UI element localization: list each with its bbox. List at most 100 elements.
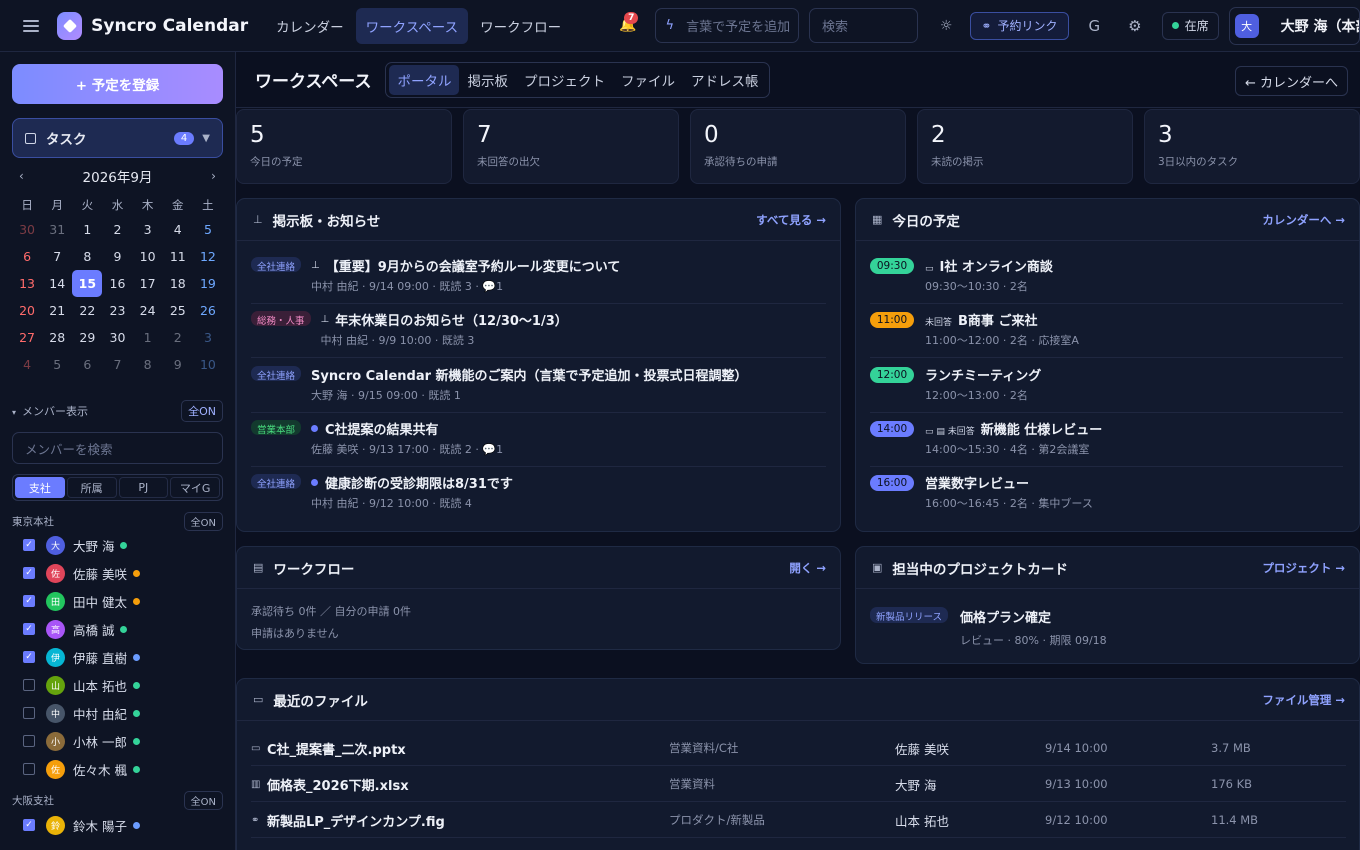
schedule-event[interactable]: 16:00 営業数字レビュー 16:00〜16:45 · 2名 · 集中ブース: [870, 473, 1343, 521]
checkbox[interactable]: ✓: [23, 651, 35, 663]
calendar-day[interactable]: 8: [133, 351, 163, 378]
member-item[interactable]: ✓ 高高橋 誠: [23, 617, 223, 641]
booking-link-button[interactable]: ⚭ 予約リンク: [970, 11, 1069, 40]
calendar-day[interactable]: 5: [42, 351, 72, 378]
next-month-icon[interactable]: ›: [204, 169, 223, 183]
checkbox[interactable]: [23, 735, 35, 747]
theme-toggle-icon[interactable]: ☼: [940, 18, 953, 34]
tab-portal[interactable]: ポータル: [389, 64, 460, 95]
file-name[interactable]: 新製品LP_デザインカンプ.fig: [267, 811, 669, 830]
calendar-day[interactable]: 17: [133, 270, 163, 297]
stat-card[interactable]: 7 未回答の出欠: [463, 109, 679, 184]
calendar-day[interactable]: 11: [163, 243, 193, 270]
file-name[interactable]: C社_提案書_二次.pptx: [267, 739, 669, 758]
add-event-button[interactable]: + 予定を登録: [12, 64, 223, 104]
calendar-day[interactable]: 23: [102, 297, 132, 324]
calendar-day[interactable]: 9: [102, 243, 132, 270]
nav-calendar[interactable]: カレンダー: [266, 8, 354, 44]
schedule-event[interactable]: 09:30 ▭ I社 オンライン商談 09:30〜10:30 · 2名: [870, 256, 1343, 304]
nav-workspace[interactable]: ワークスペース: [355, 7, 469, 44]
stat-card[interactable]: 2 未読の掲示: [917, 109, 1133, 184]
member-item[interactable]: ✓ 佐佐藤 美咲: [23, 561, 223, 585]
member-item[interactable]: ✓ 大大野 海: [23, 533, 223, 557]
calendar-day[interactable]: 2: [102, 216, 132, 243]
board-post[interactable]: 全社連絡 健康診断の受診期限は8/31です 中村 由紀 · 9/12 10:00 ·…: [251, 473, 826, 521]
all-on-button[interactable]: 全ON: [181, 400, 223, 422]
checkbox[interactable]: ✓: [23, 539, 35, 551]
google-icon[interactable]: G: [1089, 17, 1101, 35]
board-post[interactable]: 全社連絡 Syncro Calendar 新機能のご案内（言葉で予定追加・投票式日…: [251, 365, 826, 413]
back-to-calendar-button[interactable]: ← カレンダーへ: [1234, 66, 1348, 96]
member-search-input[interactable]: メンバーを検索: [12, 432, 223, 464]
calendar-day[interactable]: 12: [193, 243, 223, 270]
calendar-day[interactable]: 22: [72, 297, 102, 324]
calendar-day[interactable]: 28: [42, 324, 72, 351]
member-item[interactable]: 中中村 由紀: [23, 701, 223, 725]
board-post[interactable]: 営業本部 C社提案の結果共有 佐藤 美咲 · 9/13 17:00 · 既読 2 ·…: [251, 419, 826, 467]
workflow-open-link[interactable]: 開く →: [789, 560, 826, 576]
member-item[interactable]: 山山本 拓也: [23, 673, 223, 697]
board-see-all-link[interactable]: すべて見る →: [756, 212, 826, 228]
checkbox[interactable]: [23, 707, 35, 719]
calendar-day[interactable]: 5: [193, 216, 223, 243]
calendar-day[interactable]: 3: [193, 324, 223, 351]
calendar-day[interactable]: 25: [163, 297, 193, 324]
nav-workflow[interactable]: ワークフロー: [470, 8, 571, 44]
prev-month-icon[interactable]: ‹: [12, 169, 31, 183]
tab-department[interactable]: 所属: [66, 477, 117, 498]
member-item[interactable]: ✓ 田田中 健太: [23, 589, 223, 613]
checkbox[interactable]: [23, 679, 35, 691]
member-item[interactable]: ✓ 鈴鈴木 陽子: [23, 813, 223, 837]
calendar-day[interactable]: 29: [72, 324, 102, 351]
tab-address-book[interactable]: アドレス帳: [683, 65, 767, 95]
calendar-day[interactable]: 8: [72, 243, 102, 270]
calendar-day[interactable]: 24: [133, 297, 163, 324]
member-item[interactable]: ✓ 伊伊藤 直樹: [23, 645, 223, 669]
calendar-day[interactable]: 13: [12, 270, 42, 297]
calendar-day[interactable]: 26: [193, 297, 223, 324]
calendar-day[interactable]: 21: [42, 297, 72, 324]
calendar-day[interactable]: 31: [42, 216, 72, 243]
calendar-day[interactable]: 7: [42, 243, 72, 270]
tab-projects[interactable]: プロジェクト: [516, 65, 613, 95]
user-menu[interactable]: 大 大野 海（本部長: [1228, 6, 1360, 45]
calendar-day[interactable]: 1: [133, 324, 163, 351]
calendar-day[interactable]: 19: [193, 270, 223, 297]
file-management-link[interactable]: ファイル管理 →: [1262, 692, 1345, 708]
stat-card[interactable]: 5 今日の予定: [236, 109, 452, 184]
menu-icon[interactable]: [23, 19, 40, 32]
calendar-day[interactable]: 6: [72, 351, 102, 378]
to-calendar-link[interactable]: カレンダーへ →: [1262, 212, 1345, 228]
calendar-day[interactable]: 30: [12, 216, 42, 243]
calendar-day[interactable]: 6: [12, 243, 42, 270]
tab-project[interactable]: PJ: [118, 477, 169, 498]
tab-my-group[interactable]: マイG: [170, 477, 220, 498]
calendar-day[interactable]: 18: [163, 270, 193, 297]
checkbox[interactable]: ✓: [23, 567, 35, 579]
file-name[interactable]: 価格表_2026下期.xlsx: [267, 775, 669, 794]
board-post[interactable]: 総務・人事 ⊥ 年末休業日のお知らせ（12/30〜1/3） 中村 由紀 · 9/9 1…: [251, 310, 826, 358]
calendar-day[interactable]: 10: [193, 351, 223, 378]
presence-status-button[interactable]: 在席: [1161, 11, 1219, 40]
tab-files[interactable]: ファイル: [613, 65, 683, 95]
calendar-day[interactable]: 16: [102, 270, 132, 297]
search-input[interactable]: 検索: [808, 8, 918, 43]
projects-link[interactable]: プロジェクト →: [1262, 560, 1345, 576]
tab-board[interactable]: 掲示板: [459, 65, 516, 95]
calendar-day[interactable]: 3: [133, 216, 163, 243]
stat-card[interactable]: 3 3日以内のタスク: [1144, 109, 1360, 184]
quick-add-input[interactable]: ϟ 言葉で予定を追加: [654, 8, 799, 43]
member-display-label[interactable]: ▾ メンバー表示: [12, 403, 88, 419]
calendar-day[interactable]: 4: [12, 351, 42, 378]
checkbox[interactable]: [23, 763, 35, 775]
file-row[interactable]: ▥ 価格表_2026下期.xlsx 営業資料 大野 海 9/13 10:00 176 KB: [251, 767, 1346, 802]
notification-bell-icon[interactable]: 🔔 7: [619, 11, 639, 35]
stat-card[interactable]: 0 承認待ちの申請: [690, 109, 906, 184]
schedule-event[interactable]: 11:00 未回答 B商事 ご来社 11:00〜12:00 · 2名 · 応接室A: [870, 310, 1343, 358]
checkbox[interactable]: ✓: [23, 595, 35, 607]
checkbox[interactable]: ✓: [23, 819, 35, 831]
gear-icon[interactable]: ⚙: [1128, 17, 1141, 35]
file-row[interactable]: ⚭ 新製品LP_デザインカンプ.fig プロダクト/新製品 山本 拓也 9/12 10:…: [251, 803, 1346, 838]
calendar-day[interactable]: 30: [102, 324, 132, 351]
tab-branch[interactable]: 支社: [15, 477, 65, 498]
